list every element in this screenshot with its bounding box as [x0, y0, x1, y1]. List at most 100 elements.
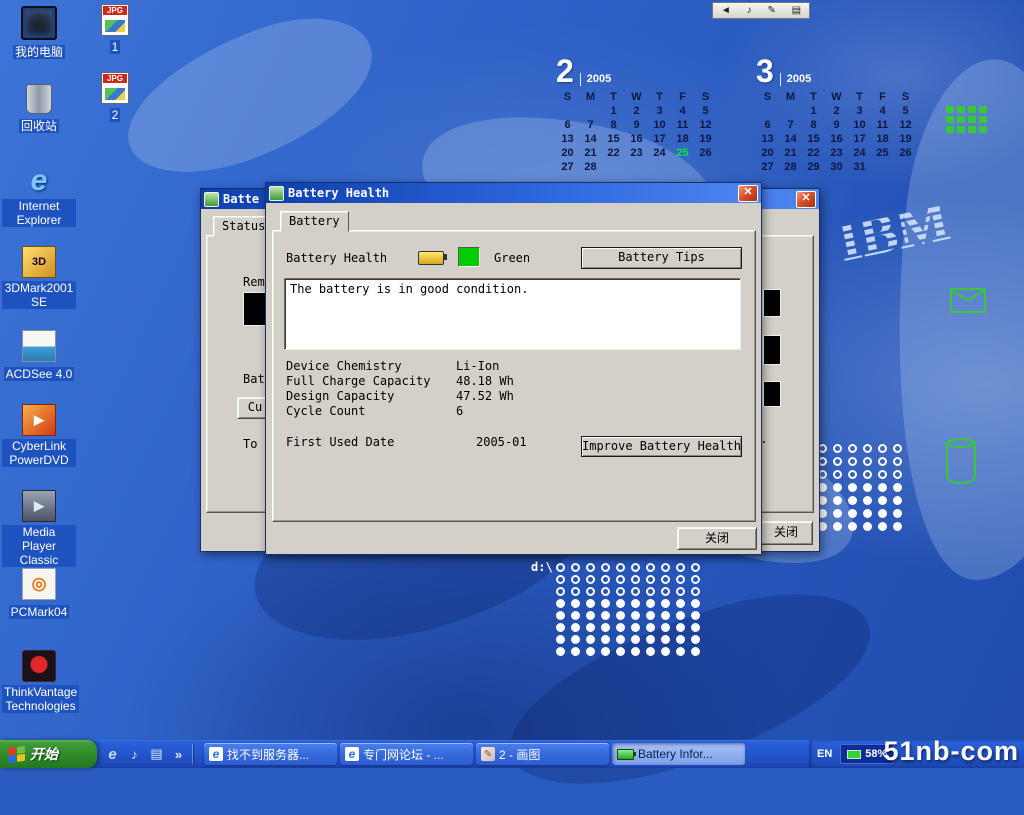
calendar-day[interactable]: 26 [694, 146, 717, 160]
calendar-day[interactable]: 13 [756, 132, 779, 146]
calendar-day[interactable]: 12 [894, 118, 917, 132]
desktop-icon-powerdvd[interactable]: CyberLink PowerDVD [2, 404, 76, 469]
calendar-day[interactable]: 22 [802, 146, 825, 160]
calendar-day[interactable]: 19 [894, 132, 917, 146]
calendar-day[interactable]: 4 [871, 104, 894, 118]
quicklaunch-overflow-icon[interactable] [170, 745, 187, 763]
speaker-icon[interactable]: ◄ [721, 4, 731, 17]
calendar-day[interactable]: 4 [671, 104, 694, 118]
desktop-file-1[interactable]: 1 [90, 4, 140, 56]
taskbar-task-3[interactable]: Battery Infor... [612, 743, 745, 765]
calendar-day[interactable]: 13 [556, 132, 579, 146]
start-button[interactable]: 开始 [0, 740, 97, 768]
calendar-day[interactable]: 27 [756, 160, 779, 174]
info-close-button[interactable]: 关闭 [759, 521, 813, 545]
health-dialog-titlebar[interactable]: Battery Health ✕ [266, 183, 761, 203]
calendar-day[interactable]: 8 [602, 118, 625, 132]
desktop-icon-pcmark[interactable]: PCMark04 [2, 568, 76, 621]
calendar-day[interactable]: 10 [648, 118, 671, 132]
quicklaunch-media-icon[interactable] [126, 745, 143, 763]
desktop-icon-acdsee[interactable]: ACDSee 4.0 [2, 330, 76, 383]
health-dialog-close-icon[interactable]: ✕ [738, 185, 758, 202]
desktop-file-label: 2 [110, 108, 121, 122]
calendar-day[interactable]: 14 [579, 132, 602, 146]
calendar-day[interactable]: 7 [579, 118, 602, 132]
improve-battery-health-button[interactable]: Improve Battery Health... [581, 436, 742, 457]
battery-tips-button[interactable]: Battery Tips [581, 247, 742, 269]
calendar-day[interactable]: 11 [871, 118, 894, 132]
calendar-day[interactable]: 31 [848, 160, 871, 174]
dot [878, 457, 887, 466]
calendar-day[interactable]: 24 [648, 146, 671, 160]
quicklaunch-ie-icon[interactable] [104, 745, 121, 763]
pen-icon[interactable]: ✎ [767, 4, 775, 17]
calendar-day[interactable]: 16 [825, 132, 848, 146]
calendar-day[interactable]: 5 [694, 104, 717, 118]
desktop-mini-toolbar[interactable]: ◄ ♪ ✎ ▤ [712, 2, 810, 19]
calendar-day[interactable]: 16 [625, 132, 648, 146]
info-window-close-icon[interactable]: ✕ [796, 191, 816, 208]
language-indicator[interactable]: EN [817, 748, 832, 760]
taskbar-task-2[interactable]: 2 - 画图 [476, 743, 609, 765]
calendar-day[interactable]: 20 [756, 146, 779, 160]
calendar-day[interactable]: 17 [848, 132, 871, 146]
desktop-file-2[interactable]: 2 [90, 72, 140, 124]
battery-health-dialog[interactable]: Battery Health ✕ Battery Battery Health … [265, 182, 762, 555]
calendar-day[interactable]: 2 [825, 104, 848, 118]
calendar-day[interactable]: 1 [802, 104, 825, 118]
taskbar-task-0[interactable]: 找不到服务器... [204, 743, 337, 765]
calendar-day[interactable]: 30 [825, 160, 848, 174]
quicklaunch-show-desktop-icon[interactable] [148, 745, 165, 763]
calendar-day[interactable]: 20 [556, 146, 579, 160]
calendar-day[interactable]: 19 [694, 132, 717, 146]
calendar-day[interactable]: 12 [694, 118, 717, 132]
health-close-button[interactable]: 关闭 [677, 527, 757, 550]
calendar-day[interactable]: 15 [602, 132, 625, 146]
calendar-day[interactable]: 21 [779, 146, 802, 160]
calendar-day[interactable]: 1 [602, 104, 625, 118]
calendar-day[interactable]: 24 [848, 146, 871, 160]
desktop-icon-dmark[interactable]: 3DMark2001 SE [2, 246, 76, 311]
calendar-day[interactable]: 8 [802, 118, 825, 132]
desktop-icon-internet-explorer[interactable]: Internet Explorer [2, 166, 76, 229]
calendar-day[interactable]: 27 [556, 160, 579, 174]
tab-battery[interactable]: Battery [280, 211, 349, 232]
calendar-day[interactable]: 2 [625, 104, 648, 118]
calendar-day[interactable]: 6 [756, 118, 779, 132]
dot [893, 509, 902, 518]
calendar-day[interactable]: 23 [625, 146, 648, 160]
calendar-day[interactable]: 17 [648, 132, 671, 146]
taskbar-task-1[interactable]: 专门网论坛 - ... [340, 743, 473, 765]
calendar-day[interactable]: 5 [894, 104, 917, 118]
calendar-day[interactable]: 3 [848, 104, 871, 118]
desktop-icon-recycle-bin[interactable]: 回收站 [2, 84, 76, 135]
calendar-day[interactable]: 18 [871, 132, 894, 146]
desktop-icon-thinkvantage[interactable]: ThinkVantage Technologies [2, 650, 76, 715]
calendar-day-highlighted[interactable]: 25 [671, 146, 694, 160]
note-icon[interactable]: ♪ [747, 4, 752, 17]
calendar-day[interactable]: 10 [848, 118, 871, 132]
desktop-icon-label: Media Player Classic [2, 525, 76, 567]
calendar-day[interactable]: 15 [802, 132, 825, 146]
calendar-day[interactable]: 14 [779, 132, 802, 146]
calendar-day[interactable]: 7 [779, 118, 802, 132]
calendar-day[interactable]: 6 [556, 118, 579, 132]
calendar-day[interactable]: 29 [802, 160, 825, 174]
desktop-icon-my-computer[interactable]: 我的电脑 [2, 6, 76, 61]
calendar-day[interactable]: 22 [602, 146, 625, 160]
acdsee-icon [22, 330, 56, 362]
desktop-icon-mpc[interactable]: Media Player Classic [2, 490, 76, 569]
calendar-day[interactable]: 26 [894, 146, 917, 160]
calendar-day[interactable]: 25 [871, 146, 894, 160]
calendar-day[interactable]: 18 [671, 132, 694, 146]
keyboard-icon[interactable]: ▤ [792, 4, 801, 17]
calendar-day[interactable]: 28 [779, 160, 802, 174]
calendar-day[interactable]: 23 [825, 146, 848, 160]
calendar-day[interactable]: 3 [648, 104, 671, 118]
calendar-day[interactable]: 9 [825, 118, 848, 132]
calendar-day[interactable]: 9 [625, 118, 648, 132]
calendar-day[interactable]: 28 [579, 160, 602, 174]
condition-textbox[interactable]: The battery is in good condition. [284, 278, 741, 350]
calendar-day[interactable]: 11 [671, 118, 694, 132]
calendar-day[interactable]: 21 [579, 146, 602, 160]
